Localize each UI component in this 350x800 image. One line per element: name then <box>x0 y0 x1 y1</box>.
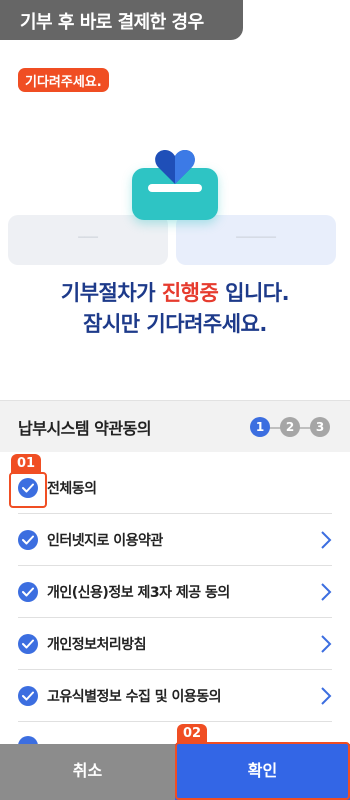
agree-label: 전체동의 <box>47 481 97 497</box>
donation-box-heart-icon <box>132 148 218 220</box>
check-circle-icon[interactable] <box>18 582 38 602</box>
chevron-right-icon[interactable] <box>320 530 332 550</box>
agree-item-row[interactable]: 고유식별정보 수집 및 이용동의 <box>0 670 350 722</box>
agree-label: 인터넷지로 이용약관 <box>47 533 163 549</box>
wait-badge: 기다려주세요. <box>18 68 109 92</box>
check-circle-icon[interactable] <box>18 634 38 654</box>
agree-item-row[interactable]: 인터넷지로 이용약관 <box>0 514 350 566</box>
background-card: ─── <box>8 215 168 265</box>
agreement-header: 납부시스템 약관동의 1 2 3 <box>0 400 350 452</box>
agree-item-row-partial <box>0 722 350 744</box>
check-circle-icon[interactable] <box>18 686 38 706</box>
progress-highlight: 진행중 <box>161 281 219 305</box>
step-2: 2 <box>280 417 300 437</box>
wait-text: 잠시만 기다려주세요. <box>83 312 267 336</box>
agree-all-row[interactable]: 전체동의 <box>0 462 350 514</box>
step-1: 1 <box>250 417 270 437</box>
progress-message: 기부절차가 진행중 입니다. 잠시만 기다려주세요. <box>0 278 350 340</box>
callout-02-highlight <box>175 742 350 800</box>
progress-text: 기부절차가 <box>60 281 162 305</box>
chevron-right-icon[interactable] <box>320 634 332 654</box>
agree-label: 고유식별정보 수집 및 이용동의 <box>47 689 222 705</box>
progress-text: 입니다. <box>218 281 290 305</box>
agree-label: 개인정보처리방침 <box>47 637 147 653</box>
agreement-title: 납부시스템 약관동의 <box>18 419 152 438</box>
check-circle-icon <box>18 736 38 744</box>
background-card: ────── <box>176 215 336 265</box>
callout-02: 02 <box>177 724 208 744</box>
chevron-right-icon[interactable] <box>320 582 332 602</box>
agree-item-row[interactable]: 개인(신용)정보 제3자 제공 동의 <box>0 566 350 618</box>
chevron-right-icon[interactable] <box>320 686 332 706</box>
loading-overlay: ─── ────── 기부절차가 진행중 입니다. 잠시만 기다려주세요. <box>0 40 350 400</box>
check-circle-icon[interactable] <box>18 478 38 498</box>
agree-item-row[interactable]: 개인정보처리방침 <box>0 618 350 670</box>
agree-label: 개인(신용)정보 제3자 제공 동의 <box>47 585 230 601</box>
scenario-tab: 기부 후 바로 결제한 경우 <box>0 0 243 40</box>
step-3: 3 <box>310 417 330 437</box>
check-circle-icon[interactable] <box>18 530 38 550</box>
cancel-button[interactable]: 취소 <box>0 744 175 800</box>
